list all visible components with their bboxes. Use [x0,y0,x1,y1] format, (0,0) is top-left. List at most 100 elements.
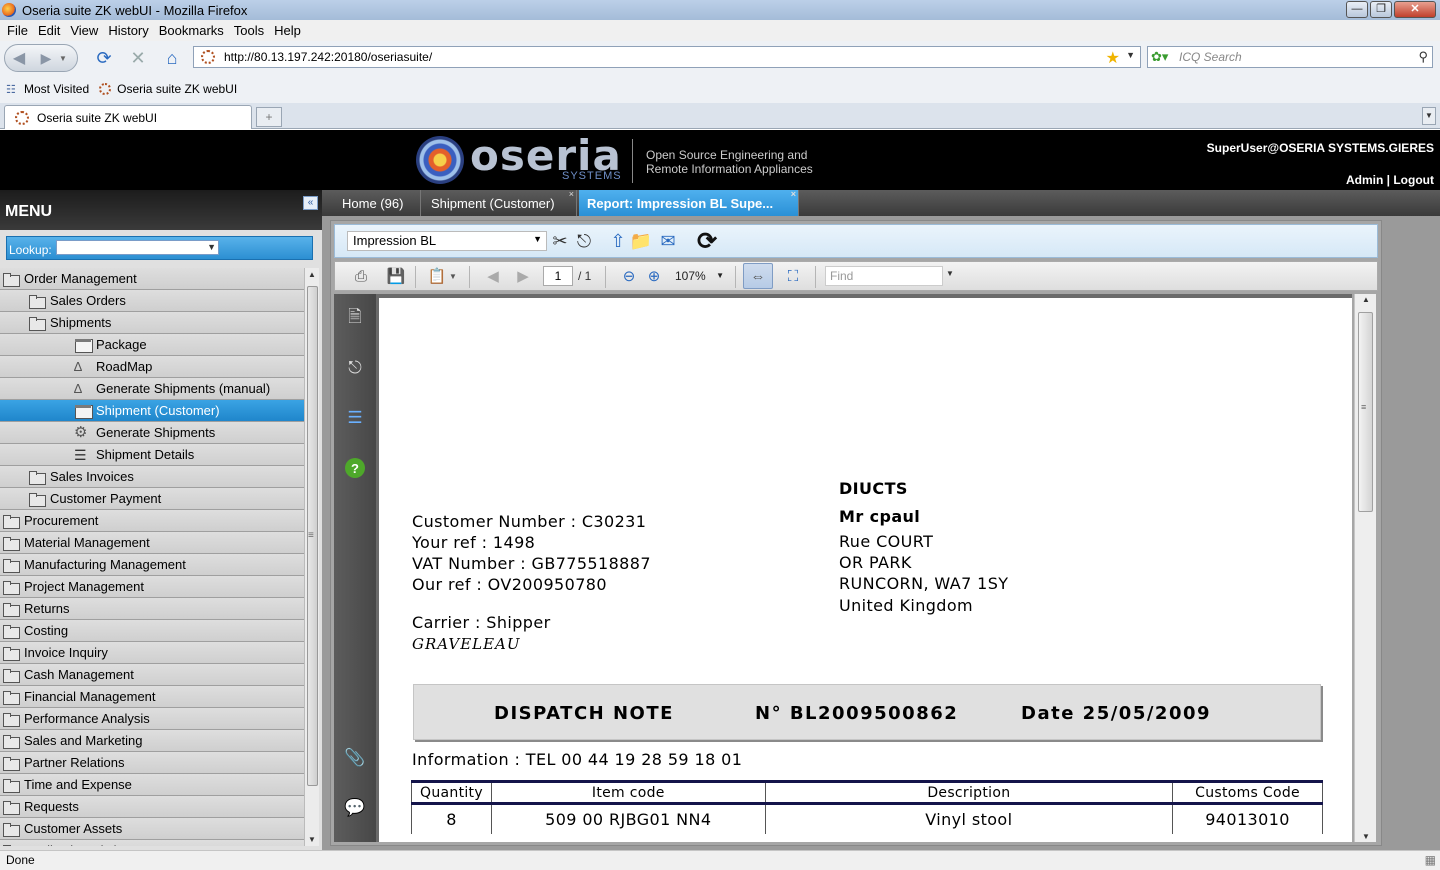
help-icon[interactable]: ? [345,458,365,478]
print-icon[interactable]: ⎙ [349,265,373,287]
menu-item[interactable]: Project Management [0,576,304,598]
menu-item[interactable]: Cash Management [0,664,304,686]
resize-grip-icon[interactable]: ▦ [1425,853,1436,867]
tab-shipment-customer[interactable]: Shipment (Customer) × [423,189,577,216]
bookmark-most-visited[interactable]: ☷ Most Visited [6,82,89,96]
outline-tree-icon[interactable]: ☰ [343,406,367,430]
menu-history[interactable]: History [103,23,153,38]
history-dropdown-icon[interactable]: ▼ [59,54,67,63]
menu-item[interactable]: Sales and Marketing [0,730,304,752]
attachment-icon[interactable]: 📎 [343,746,367,770]
fit-width-icon[interactable]: ⇔ [743,263,773,289]
menu-item[interactable]: Performance Analysis [0,708,304,730]
close-tab-icon[interactable]: × [569,189,574,199]
refresh-icon[interactable]: ⟳ [691,228,723,255]
find-binoculars-icon[interactable]: ⎋ [571,228,597,254]
scroll-thumb[interactable] [1358,312,1373,512]
zoom-select[interactable]: 107% ▼ [671,266,727,286]
search-icon[interactable]: ⚲ [1418,49,1428,65]
bookmark-star-icon[interactable]: ★ [1106,48,1120,68]
tab-report[interactable]: Report: Impression BL Supe... × [579,189,799,216]
menu-scrollbar[interactable]: ▲ ≡ ▼ [304,268,319,846]
close-window-button[interactable]: ✕ [1394,1,1436,18]
comments-icon[interactable]: 💬 [343,796,367,820]
menu-item[interactable]: Invoice Inquiry [0,642,304,664]
logout-link[interactable]: Logout [1393,173,1434,187]
find-input[interactable]: Find [825,266,943,286]
menu-help[interactable]: Help [269,23,306,38]
menu-item[interactable]: Sales Invoices [0,466,304,488]
save-icon[interactable]: 💾 [384,265,408,287]
minimize-button[interactable]: — [1346,1,1368,18]
search-engine-icon[interactable]: ✿▾ [1151,49,1171,65]
pages-icon[interactable]: 🗎 [343,306,367,330]
menu-item[interactable]: Financial Management [0,686,304,708]
back-arrow-icon[interactable]: ◀ [5,48,33,68]
menu-item[interactable]: Returns [0,598,304,620]
bookmark-oseria[interactable]: Oseria suite ZK webUI [99,82,237,96]
menu-item[interactable]: Shipments [0,312,304,334]
next-page-icon[interactable]: ▶ [511,265,535,287]
menu-item[interactable]: ☰ Shipment Details [0,444,304,466]
menu-tools[interactable]: Tools [229,23,269,38]
menu-item[interactable]: ∆ Generate Shipments (manual) [0,378,304,400]
menu-item[interactable]: Sales Orders [0,290,304,312]
fit-page-icon[interactable]: ⛶ [781,265,805,287]
menu-file[interactable]: File [2,23,33,38]
document-scrollbar[interactable]: ▲ ≡ ▼ [1354,294,1376,842]
menu-item[interactable]: Customer Assets [0,818,304,840]
scroll-up-icon[interactable]: ▲ [308,270,316,279]
report-format-select[interactable]: Impression BL ▼ [347,231,547,251]
chevron-down-icon[interactable]: ▼ [447,265,459,287]
zoom-in-icon[interactable]: ⊕ [642,265,666,287]
menu-item[interactable]: Application Dictionary [0,840,304,846]
zoom-out-icon[interactable]: ⊖ [617,265,641,287]
menu-item[interactable]: Procurement [0,510,304,532]
menu-item[interactable]: ∆ RoadMap [0,356,304,378]
menu-item[interactable]: Shipment (Customer) [0,400,304,422]
menu-view[interactable]: View [65,23,103,38]
tab-list-dropdown[interactable]: ▼ [1422,107,1436,125]
url-bar[interactable]: http://80.13.197.242:20180/oseriasuite/ … [193,46,1141,68]
page-number-input[interactable]: 1 [543,266,573,286]
send-email-icon[interactable]: ✉ [655,228,681,254]
binoculars-icon[interactable]: ⎋ [343,356,367,380]
scroll-down-icon[interactable]: ▼ [308,835,316,844]
menu-item[interactable]: Material Management [0,532,304,554]
archive-icon[interactable]: 📁 [628,228,654,254]
previous-page-icon[interactable]: ◀ [481,265,505,287]
export-options-icon[interactable]: 📋 [425,265,449,287]
home-icon[interactable]: ⌂ [160,46,184,70]
menu-item[interactable]: Partner Relations [0,752,304,774]
url-dropdown-icon[interactable]: ▼ [1126,50,1135,60]
menu-item[interactable]: Costing [0,620,304,642]
menu-item[interactable]: Requests [0,796,304,818]
browser-tab[interactable]: Oseria suite ZK webUI [4,105,252,129]
menu-item[interactable]: Package [0,334,304,356]
menu-bookmarks[interactable]: Bookmarks [154,23,229,38]
site-identity-icon[interactable] [201,50,215,64]
menu-item[interactable]: Order Management [0,268,304,290]
search-bar[interactable]: ✿▾ ICQ Search ⚲ [1147,46,1433,68]
scroll-up-icon[interactable]: ▲ [1362,295,1370,304]
new-tab-button[interactable]: + [256,107,282,127]
close-tab-icon[interactable]: × [791,189,796,199]
stop-icon[interactable]: ✕ [126,46,150,70]
menu-item[interactable]: Customer Payment [0,488,304,510]
url-text[interactable]: http://80.13.197.242:20180/oseriasuite/ [224,50,432,64]
lookup-select[interactable]: ▼ [56,240,219,255]
admin-link[interactable]: Admin [1346,173,1383,187]
reload-icon[interactable]: ⟳ [92,46,116,70]
tab-home[interactable]: Home (96) [334,190,421,216]
customize-tools-icon[interactable]: ✂ [547,228,573,254]
search-input[interactable]: ICQ Search [1179,50,1242,64]
maximize-button[interactable]: ❐ [1370,1,1392,18]
chevron-down-icon[interactable]: ▼ [533,234,542,244]
menu-edit[interactable]: Edit [33,23,65,38]
chevron-down-icon[interactable]: ▼ [207,242,216,252]
forward-arrow-icon[interactable]: ▶ [33,50,59,67]
find-dropdown-icon[interactable]: ▼ [946,269,954,278]
collapse-menu-icon[interactable]: « [303,196,318,210]
menu-item[interactable]: Manufacturing Management [0,554,304,576]
menu-item[interactable]: ⚙ Generate Shipments [0,422,304,444]
